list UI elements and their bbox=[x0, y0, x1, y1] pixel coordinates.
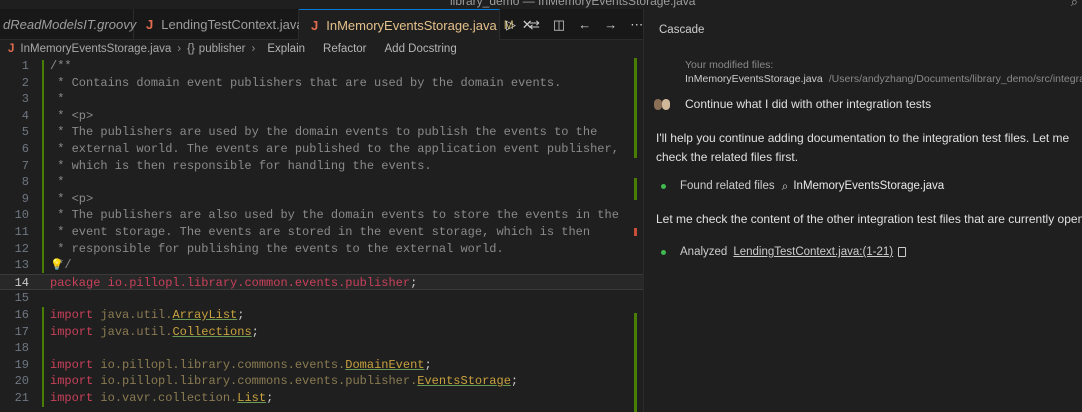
assistant-response: Let me check the content of the other in… bbox=[656, 212, 1082, 226]
more-icon[interactable]: ⋯ bbox=[630, 17, 643, 33]
title-bar: library_demo — InMemoryEventsStorage.jav… bbox=[0, 0, 1082, 9]
back-icon[interactable]: ← bbox=[578, 17, 591, 32]
refactor-lens[interactable]: Refactor bbox=[323, 43, 366, 55]
file-link[interactable]: LendingTestContext.java:(1-21) bbox=[733, 246, 893, 258]
breadcrumb-symbol[interactable]: publisher bbox=[199, 43, 246, 55]
code-line: 6 * external world. The events are publi… bbox=[21, 142, 619, 156]
split-editor-icon[interactable]: ◫ bbox=[553, 17, 565, 33]
run-icon[interactable]: ▷ bbox=[506, 17, 516, 33]
tab-label: dReadModelsIT.groovy bbox=[3, 17, 137, 32]
code-line: 21 import io.vavr.collection.List; bbox=[14, 391, 274, 405]
search-icon[interactable]: ⌕ bbox=[1071, 0, 1078, 9]
code-line: 15 bbox=[14, 291, 29, 306]
add-docstring-lens[interactable]: Add Docstring bbox=[385, 43, 457, 55]
code-line: 5 * The publishers are used by the domai… bbox=[21, 125, 598, 140]
tab-label: InMemoryEventsStorage.java bbox=[326, 17, 497, 33]
step-file: InMemoryEventsStorage.java bbox=[793, 180, 945, 192]
user-message-text: Continue what I did with other integrati… bbox=[685, 97, 932, 111]
braces-icon: {} bbox=[187, 43, 195, 55]
tab-lending-test-context[interactable]: J LendingTestContext.java bbox=[134, 9, 304, 40]
tab-label: LendingTestContext.java bbox=[161, 17, 304, 32]
modified-files-label: Your modified files: bbox=[685, 59, 774, 71]
status-dot-icon bbox=[661, 183, 666, 189]
chevron-right-icon: › bbox=[177, 43, 182, 55]
breadcrumb-file[interactable]: InMemoryEventsStorage.java bbox=[20, 43, 171, 55]
modified-file-entry[interactable]: InMemoryEventsStorage.java/Users/andyzha… bbox=[685, 73, 1082, 85]
code-line: 20 import io.pillopl.library.commons.even… bbox=[14, 374, 519, 389]
modified-file-path: /Users/andyzhang/Documents/library_demo/… bbox=[828, 73, 1082, 85]
code-line: 4 * <p> bbox=[21, 108, 94, 123]
user-message: Continue what I did with other integrati… bbox=[654, 94, 1082, 114]
code-editor[interactable]: 1/** 2 * Contains domain event publisher… bbox=[0, 58, 643, 412]
tab-in-memory-events-storage[interactable]: J InMemoryEventsStorage.java M ✕ bbox=[299, 9, 533, 40]
java-file-icon: J bbox=[146, 17, 154, 32]
tool-step-search[interactable]: Found related files ⌕ InMemoryEventsStor… bbox=[661, 177, 944, 195]
chevron-right-icon: › bbox=[251, 43, 256, 55]
code-line: 17 import java.util.Collections; bbox=[14, 324, 259, 339]
code-line: 11 * event storage. The events are store… bbox=[14, 225, 591, 239]
code-line: 1/** bbox=[21, 59, 72, 73]
tab-read-models-it[interactable]: dReadModelsIT.groovy bbox=[0, 9, 137, 40]
step-label: Found related files bbox=[680, 180, 775, 192]
editor-actions: ▷ ⇄ ◫ ← → ⋯ bbox=[506, 9, 643, 40]
code-line: 16 import java.util.ArrayList; bbox=[14, 308, 245, 322]
file-icon[interactable] bbox=[898, 247, 907, 257]
code-line: 12 * responsible for publishing the even… bbox=[14, 241, 504, 256]
lightbulb-icon[interactable]: 💡 bbox=[50, 258, 64, 271]
code-line: 8 * bbox=[21, 175, 65, 190]
code-line: 19 import io.pillopl.library.commons.even… bbox=[14, 357, 432, 372]
code-line: 13 */ bbox=[14, 258, 72, 273]
status-dot-icon bbox=[661, 249, 666, 255]
compare-icon[interactable]: ⇄ bbox=[529, 17, 540, 33]
code-line: 9 * <p> bbox=[21, 191, 94, 206]
java-file-icon: J bbox=[8, 43, 15, 55]
panel-title: Cascade bbox=[659, 24, 705, 36]
assistant-response: I'll help you continue adding documentat… bbox=[656, 131, 1070, 164]
java-file-icon: J bbox=[311, 17, 319, 33]
window-title: library_demo — InMemoryEventsStorage.jav… bbox=[450, 0, 696, 8]
code-line: 2 * Contains domain event publishers tha… bbox=[21, 75, 562, 90]
code-line: 3 * bbox=[21, 92, 65, 107]
explain-lens[interactable]: Explain bbox=[267, 43, 305, 55]
tool-step-analyze: Analyzed LendingTestContext.java:(1-21) bbox=[661, 243, 907, 261]
breadcrumb: J InMemoryEventsStorage.java › {} publis… bbox=[0, 40, 643, 58]
code-line: 18 bbox=[14, 341, 29, 356]
avatar bbox=[654, 98, 671, 111]
forward-icon[interactable]: → bbox=[604, 17, 617, 32]
code-line: 10 * The publishers are also used by the… bbox=[14, 208, 619, 223]
modified-file-name: InMemoryEventsStorage.java bbox=[685, 73, 823, 85]
search-icon: ⌕ bbox=[781, 178, 789, 193]
code-line: 7 * which is then responsible for handli… bbox=[21, 158, 432, 173]
step-label: Analyzed bbox=[680, 246, 728, 258]
code-line-current: 14 package io.pillopl.library.common.even… bbox=[0, 273, 643, 291]
cascade-panel: Cascade Your modified files: InMemoryEve… bbox=[644, 9, 1082, 412]
